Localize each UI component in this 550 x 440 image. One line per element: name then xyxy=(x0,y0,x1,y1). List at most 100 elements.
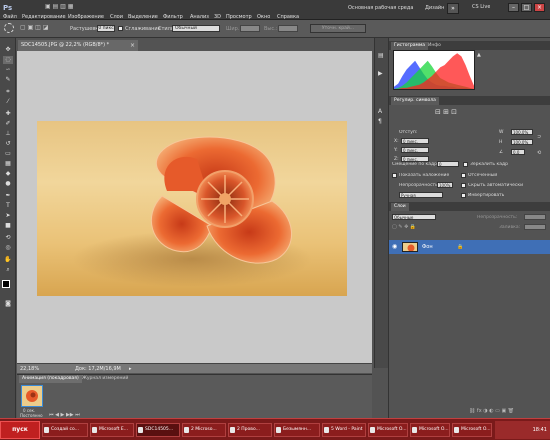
layer-opacity-input[interactable] xyxy=(524,214,546,220)
task-button[interactable]: 2 Microso... xyxy=(182,423,226,437)
selection-mode-icons[interactable]: ▢ ▣ ◫ ◪ xyxy=(20,24,48,31)
y-input[interactable]: 0 пикс. xyxy=(401,147,429,153)
zoom-tool-icon[interactable]: ⌕ xyxy=(3,266,13,274)
mirror-checkbox[interactable] xyxy=(463,162,468,167)
histogram-chart xyxy=(393,50,475,90)
gradient-tool-icon[interactable]: ▦ xyxy=(3,160,13,168)
layer-visibility-eye-icon[interactable]: ◉ xyxy=(392,243,397,250)
quick-mask-icon[interactable]: ◙ xyxy=(3,300,13,308)
workspace-switcher[interactable]: Основная рабочая среда xyxy=(348,5,413,11)
design-workspace[interactable]: Дизайн xyxy=(425,5,444,11)
eraser-tool-icon[interactable]: ▭ xyxy=(3,150,13,158)
application-toolbar-icons[interactable]: ▣ ▤ ▥ ▦ xyxy=(45,3,73,10)
antialias-checkbox[interactable] xyxy=(118,26,123,31)
actions-panel-icon[interactable]: ▶ xyxy=(378,70,383,77)
task-button[interactable]: Microsoft O... xyxy=(410,423,450,437)
document-image[interactable] xyxy=(37,121,347,296)
style-select[interactable]: Обычный xyxy=(172,25,220,32)
lasso-tool-icon[interactable]: ∽ xyxy=(3,66,13,74)
task-button[interactable]: 5 Word - Paint xyxy=(322,423,366,437)
flower-photo xyxy=(37,121,347,296)
mode-select[interactable]: Ручная xyxy=(399,192,443,198)
clipped-checkbox[interactable] xyxy=(461,173,466,178)
move-tool-icon[interactable]: ✥ xyxy=(3,46,13,54)
shape-tool-icon[interactable]: ■ xyxy=(3,222,13,230)
refine-edge-button[interactable]: Уточн. край... xyxy=(310,24,366,33)
histogram-tabbar: Гистограмма Инфо xyxy=(389,41,550,50)
tab-layers[interactable]: Слои xyxy=(391,203,409,211)
history-panel-icon[interactable]: ▤ xyxy=(378,52,384,59)
width-input[interactable] xyxy=(240,25,260,32)
tab-measurement-log[interactable]: Журнал измерений xyxy=(79,375,131,383)
tab-adjust[interactable]: Регулир. символа xyxy=(391,97,439,105)
task-button[interactable]: Создай со... xyxy=(42,423,88,437)
tab-histogram[interactable]: Гистограмма xyxy=(391,42,429,50)
dodge-tool-icon[interactable]: ● xyxy=(3,180,13,188)
x-input[interactable]: 0 пикс. xyxy=(401,138,429,144)
history-brush-tool-icon[interactable]: ↺ xyxy=(3,140,13,148)
3d-camera-tool-icon[interactable]: ◎ xyxy=(3,244,13,252)
system-tray-clock[interactable]: 18:41 xyxy=(495,421,550,439)
elliptical-marquee-icon[interactable] xyxy=(4,23,14,33)
task-button[interactable]: 2 Прово... xyxy=(228,423,272,437)
histogram-warning-icon[interactable]: ▲ xyxy=(477,52,481,58)
rotate-input[interactable]: 0,0 xyxy=(511,149,525,155)
pen-tool-icon[interactable]: ✒ xyxy=(3,192,13,200)
layer-name[interactable]: Фон xyxy=(422,244,433,250)
alignment-icons[interactable]: ⊟ ⊞ ⊡ xyxy=(435,108,457,116)
close-button[interactable]: × xyxy=(534,3,545,12)
brush-tool-icon[interactable]: ✐ xyxy=(3,120,13,128)
invert-checkbox[interactable] xyxy=(461,193,466,198)
quick-select-tool-icon[interactable]: ✎ xyxy=(3,76,13,84)
status-arrow-icon[interactable]: ▸ xyxy=(129,366,132,372)
height-input[interactable] xyxy=(278,25,298,32)
layer-fill-input[interactable] xyxy=(524,224,546,230)
layer-actions-icons[interactable]: ⛓ fx ◑ ◐ ▭ ▣ 🗑 xyxy=(469,408,514,414)
minimize-button[interactable]: – xyxy=(508,3,519,12)
crop-tool-icon[interactable]: ⌗ xyxy=(3,88,13,96)
character-panel-icon[interactable]: A xyxy=(378,108,382,115)
autohide-checkbox[interactable] xyxy=(461,183,466,188)
foreground-color-swatch[interactable] xyxy=(2,280,10,288)
clone-stamp-tool-icon[interactable]: ⊥ xyxy=(3,130,13,138)
x-label: X: xyxy=(394,139,399,144)
marquee-tool-icon[interactable]: ◌ xyxy=(3,56,13,64)
show-overlay-checkbox[interactable] xyxy=(392,173,397,178)
layer-row-background[interactable]: ◉ Фон 🔒 xyxy=(389,240,550,254)
cs-live-button[interactable]: CS Live xyxy=(472,4,490,10)
panel-opacity-input[interactable]: 100% xyxy=(437,182,453,188)
task-button[interactable]: Microsoft E... xyxy=(90,423,134,437)
link-icon[interactable]: ⊃ xyxy=(537,134,541,140)
task-button[interactable]: SDC14505... xyxy=(136,423,180,437)
animation-frame[interactable] xyxy=(21,385,43,407)
3d-rotate-tool-icon[interactable]: ⟲ xyxy=(3,234,13,242)
hand-tool-icon[interactable]: ✋ xyxy=(3,256,13,264)
close-document-icon[interactable]: × xyxy=(130,42,135,49)
blend-mode-select[interactable]: Обычные xyxy=(392,214,436,220)
healing-brush-tool-icon[interactable]: ✚ xyxy=(3,110,13,118)
task-button[interactable]: Безымянн... xyxy=(274,423,320,437)
tab-animation[interactable]: Анимация (покадровая) xyxy=(19,375,82,383)
document-size: Док: 17,2M/16,9M xyxy=(75,366,121,372)
task-button[interactable]: Microsoft O... xyxy=(368,423,408,437)
feather-input[interactable]: 0 пикс xyxy=(97,25,115,32)
scale-h-input[interactable]: 100,0% xyxy=(511,139,533,145)
tab-info[interactable]: Инфо xyxy=(425,42,444,50)
paragraph-panel-icon[interactable]: ¶ xyxy=(378,118,382,125)
eyedropper-tool-icon[interactable]: ⁄ xyxy=(3,98,13,106)
lock-icons[interactable]: ▢ ✎ ✥ 🔒 xyxy=(392,224,416,230)
maximize-button[interactable]: □ xyxy=(521,3,532,12)
scale-w-input[interactable]: 100,0% xyxy=(511,129,533,135)
blur-tool-icon[interactable]: ◆ xyxy=(3,170,13,178)
path-select-tool-icon[interactable]: ➤ xyxy=(3,212,13,220)
document-tab[interactable]: SDC14505.JPG @ 22,2% (RGB/8*) * xyxy=(18,40,138,51)
type-tool-icon[interactable]: T xyxy=(3,202,13,210)
reset-icon[interactable]: ⟲ xyxy=(537,150,541,156)
more-workspaces-button[interactable]: » xyxy=(447,3,459,14)
application-bar: Ps ▣ ▤ ▥ ▦ Файл Редактирование Изображен… xyxy=(0,0,550,20)
frame-thumbnail xyxy=(22,386,42,406)
start-button[interactable]: пуск xyxy=(0,421,40,439)
task-button[interactable]: Microsoft O... xyxy=(452,423,492,437)
zoom-level[interactable]: 22,18% xyxy=(20,366,39,372)
offset-input[interactable]: 0 xyxy=(437,161,459,167)
